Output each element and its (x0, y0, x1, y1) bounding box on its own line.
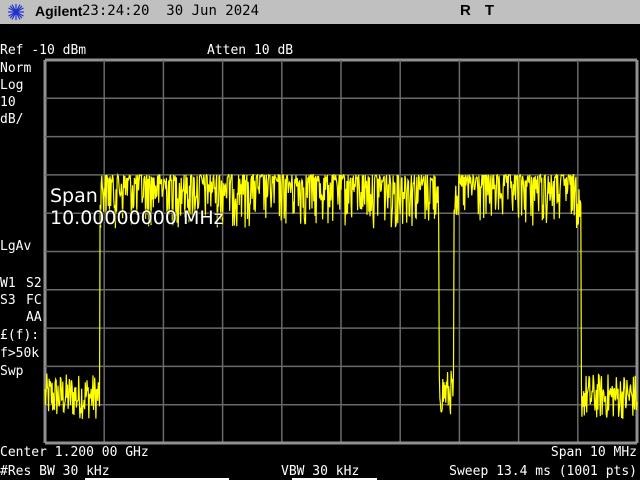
center-frequency: Center 1.200 00 GHz (0, 445, 149, 460)
video-bandwidth: VBW 30 kHz (281, 464, 360, 479)
span-overlay-value: 10.00000000 MHz (50, 207, 224, 229)
span-value: Span 10 MHz (550, 445, 637, 460)
resolution-bandwidth: #Res BW 30 kHz (0, 464, 110, 479)
graticule (43, 58, 639, 445)
sweep-time: Sweep 13.4 ms (1001 pts) (449, 464, 637, 479)
spectrum-plot (43, 58, 639, 445)
span-entry-overlay: Span 10.00000000 MHz (50, 185, 224, 229)
span-overlay-label: Span (50, 185, 98, 207)
